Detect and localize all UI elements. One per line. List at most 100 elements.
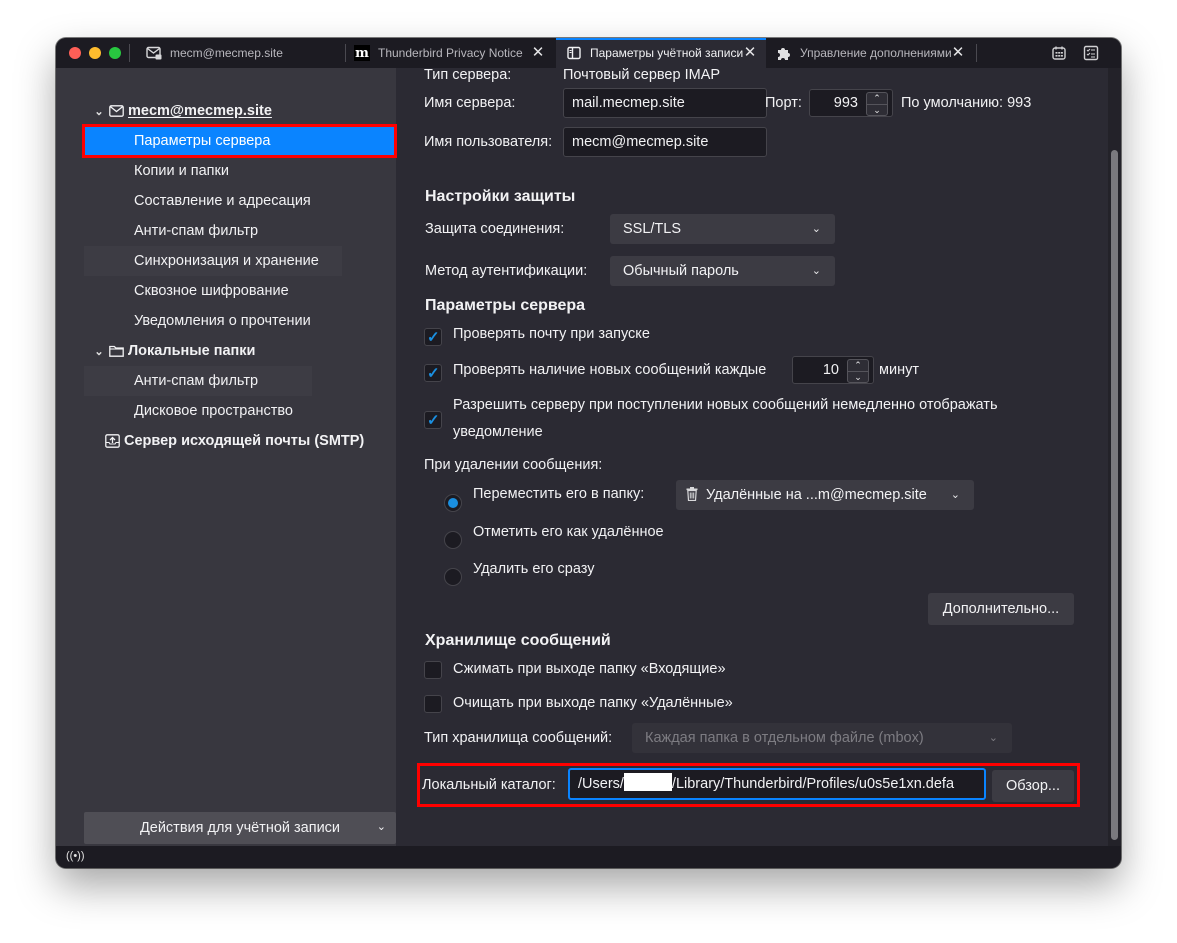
tab-addons[interactable]: Управление дополнениями ✕ <box>768 38 974 68</box>
tree-account-mecm[interactable]: ⌄ mecm@mecmep.site <box>86 96 396 126</box>
tab-privacy-notice[interactable]: m Thunderbird Privacy Notice - ✕ <box>346 38 554 68</box>
auth-method-select[interactable]: Обычный пароль ⌄ <box>610 256 835 286</box>
check-every-label: Проверять наличие новых сообщений каждые <box>453 362 767 378</box>
checkmark-icon: ✓ <box>427 365 440 382</box>
push-notify-label-line1: Разрешить серверу при поступлении новых … <box>453 397 998 413</box>
chevron-down-icon: ⌄ <box>811 223 821 235</box>
store-type-select: Каждая папка в отдельном файле (mbox) ⌄ <box>632 723 1012 753</box>
empty-trash-checkbox[interactable] <box>424 695 442 713</box>
tab-separator <box>976 44 977 62</box>
tasks-icon[interactable] <box>1083 45 1099 61</box>
scrollbar-thumb[interactable] <box>1111 150 1118 840</box>
username-input[interactable]: mecm@mecmep.site <box>563 127 767 157</box>
checkmark-icon: ✓ <box>427 329 440 346</box>
chevron-down-icon[interactable]: ⌄ <box>867 105 887 116</box>
tree-smtp-server[interactable]: Сервер исходящей почты (SMTP) <box>104 426 414 456</box>
chevron-down-icon: ⌄ <box>950 489 960 501</box>
local-directory-label: Локальный каталог: <box>422 777 556 793</box>
redacted-username <box>623 773 672 791</box>
tree-item-sync-storage[interactable]: Синхронизация и хранение <box>84 246 342 276</box>
radio-move-to-folder[interactable] <box>444 494 462 512</box>
move-to-folder-label: Переместить его в папку: <box>473 486 645 502</box>
server-settings-heading: Параметры сервера <box>425 297 586 314</box>
on-delete-label: При удалении сообщения: <box>424 457 603 473</box>
username-label: Имя пользователя: <box>424 134 553 150</box>
window-zoom-button[interactable] <box>109 47 121 59</box>
chevron-up-icon[interactable]: ⌃ <box>867 93 887 105</box>
account-actions-dropdown[interactable]: Действия для учётной записи ⌄ <box>84 812 396 844</box>
tab-mail[interactable]: mecm@mecmep.site <box>136 38 336 68</box>
compact-inbox-checkbox[interactable] <box>424 661 442 679</box>
check-every-checkbox[interactable]: ✓ <box>424 364 442 382</box>
tree-local-folders[interactable]: ⌄ Локальные папки <box>86 336 396 366</box>
local-directory-input[interactable]: /Users//Library/Thunderbird/Profiles/u0s… <box>568 768 986 800</box>
folder-icon <box>108 344 124 358</box>
mail-lock-icon <box>146 45 162 61</box>
port-default-label: По умолчанию: 993 <box>901 95 1032 111</box>
outbox-icon <box>104 434 120 448</box>
calendar-icon[interactable] <box>1051 45 1067 61</box>
close-tab-icon[interactable]: ✕ <box>742 45 758 61</box>
port-stepper[interactable]: 993 ⌃ ⌄ <box>809 89 893 117</box>
server-type-label: Тип сервера: <box>424 68 512 83</box>
window-close-button[interactable] <box>69 47 81 59</box>
trash-folder-select[interactable]: Удалённые на ...m@mecmep.site ⌄ <box>676 480 974 510</box>
puzzle-icon <box>776 45 792 61</box>
check-interval-stepper[interactable]: 10 ⌃ ⌄ <box>792 356 874 384</box>
push-notify-label-line2: уведомление <box>453 424 543 440</box>
chevron-down-icon: ⌄ <box>988 732 998 744</box>
account-tree-sidebar: ⌄ mecm@mecmep.site Параметры сервера Коп… <box>56 68 396 846</box>
tree-item-disk-space[interactable]: Дисковое пространство <box>84 396 394 426</box>
chevron-down-icon[interactable]: ⌄ <box>848 372 868 383</box>
minutes-label: минут <box>879 362 919 378</box>
envelope-icon <box>108 104 124 118</box>
empty-trash-label: Очищать при выходе папку «Удалённые» <box>453 695 733 711</box>
status-bar: ((•)) <box>56 846 1121 868</box>
checkmark-icon: ✓ <box>427 412 440 429</box>
radio-delete-immediately[interactable] <box>444 568 462 586</box>
tree-item-return-receipts[interactable]: Уведомления о прочтении <box>84 306 394 336</box>
online-status-icon[interactable]: ((•)) <box>66 850 85 862</box>
server-type-value: Почтовый сервер IMAP <box>563 68 721 83</box>
account-settings-icon <box>566 45 582 61</box>
chevron-down-icon: ⌄ <box>811 265 821 277</box>
connection-security-label: Защита соединения: <box>425 221 565 237</box>
chevron-down-icon[interactable]: ⌄ <box>92 105 106 118</box>
tree-item-local-junk[interactable]: Анти-спам фильтр <box>84 366 312 396</box>
thunderbird-window: mecm@mecmep.site m Thunderbird Privacy N… <box>56 38 1121 868</box>
tree-item-copies-folders[interactable]: Копии и папки <box>84 156 394 186</box>
mark-deleted-label: Отметить его как удалённое <box>473 524 664 540</box>
window-minimize-button[interactable] <box>89 47 101 59</box>
browse-button[interactable]: Обзор... <box>992 770 1074 802</box>
delete-immediately-label: Удалить его сразу <box>473 561 595 577</box>
tab-account-settings[interactable]: Параметры учётной записи ✕ <box>556 38 766 68</box>
radio-mark-deleted[interactable] <box>444 531 462 549</box>
storage-heading: Хранилище сообщений <box>425 632 611 649</box>
port-label: Порт: <box>765 95 802 111</box>
chevron-up-icon[interactable]: ⌃ <box>848 360 868 372</box>
close-tab-icon[interactable]: ✕ <box>950 45 966 61</box>
chevron-down-icon: ⌄ <box>376 821 386 833</box>
tree-item-server-settings[interactable]: Параметры сервера <box>84 126 394 156</box>
check-on-startup-checkbox[interactable]: ✓ <box>424 328 442 346</box>
server-settings-panel: Тип сервера: Почтовый сервер IMAP Имя се… <box>396 68 1108 846</box>
auth-method-label: Метод аутентификации: <box>425 263 588 279</box>
trash-icon <box>686 482 698 512</box>
connection-security-select[interactable]: SSL/TLS ⌄ <box>610 214 835 244</box>
tree-item-junk[interactable]: Анти-спам фильтр <box>84 216 324 246</box>
server-name-label: Имя сервера: <box>424 95 516 111</box>
tree-item-composition[interactable]: Составление и адресация <box>84 186 394 216</box>
close-tab-icon[interactable]: ✕ <box>530 45 546 61</box>
chevron-down-icon[interactable]: ⌄ <box>92 345 106 358</box>
server-name-input[interactable]: mail.mecmep.site <box>563 88 767 118</box>
store-type-label: Тип хранилища сообщений: <box>424 730 613 746</box>
tab-separator <box>129 44 130 62</box>
tree-item-e2e-encryption[interactable]: Сквозное шифрование <box>84 276 394 306</box>
push-notify-checkbox[interactable]: ✓ <box>424 411 442 429</box>
tab-bar: mecm@mecmep.site m Thunderbird Privacy N… <box>56 38 1121 68</box>
content-scrollbar[interactable] <box>1108 68 1121 846</box>
check-on-startup-label: Проверять почту при запуске <box>453 326 650 342</box>
advanced-button[interactable]: Дополнительно... <box>928 593 1074 625</box>
compact-inbox-label: Сжимать при выходе папку «Входящие» <box>453 661 726 677</box>
mozilla-m-icon: m <box>354 45 370 61</box>
